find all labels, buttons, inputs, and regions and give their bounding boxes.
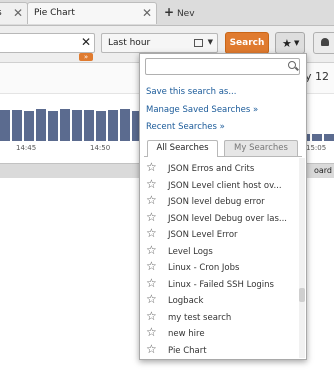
time-range-value: Last hour (108, 38, 151, 48)
calendar-icon (194, 39, 203, 47)
tab-my-searches[interactable]: My Searches (224, 140, 298, 156)
new-tab-label: Nev (176, 9, 195, 19)
star-outline-icon[interactable]: ☆ (146, 193, 157, 207)
saved-search-label: JSON level debug error (168, 197, 265, 207)
close-icon[interactable]: ✕ (142, 6, 152, 20)
star-outline-icon[interactable]: ☆ (146, 309, 157, 323)
saved-search-item[interactable]: ☆ JSON Level client host ov... (140, 177, 300, 194)
saved-search-label: Level Logs (168, 246, 213, 257)
dashboard-button[interactable]: oard (314, 166, 332, 175)
axis-tick-label: 14:45 (16, 144, 37, 152)
saved-search-item[interactable]: ☆ JSON level Debug over las... (140, 210, 300, 227)
star-outline-icon[interactable]: ☆ (146, 226, 157, 240)
star-outline-icon[interactable]: ☆ (146, 342, 157, 356)
scrollbar[interactable] (299, 158, 305, 358)
saved-search-item[interactable]: ☆ my test search (140, 309, 300, 326)
histogram-bar[interactable] (60, 109, 70, 141)
star-icon: ★ (282, 37, 292, 50)
histogram-bar[interactable] (324, 134, 334, 141)
saved-searches-dropdown: Save this search as... Manage Saved Sear… (139, 53, 307, 360)
star-outline-icon[interactable]: ☆ (146, 259, 157, 273)
star-outline-icon[interactable]: ☆ (146, 325, 157, 339)
tab-pie-chart[interactable]: Pie Chart ✕ (27, 2, 157, 24)
saved-search-label: JSON Level Error (168, 230, 238, 240)
saved-search-item[interactable]: ☆ JSON Level Error (140, 226, 300, 243)
saved-search-item[interactable]: ☆ Linux - Failed SSH Logins (140, 276, 300, 293)
axis-tick-label: 15:05 (306, 144, 327, 152)
saved-search-label: new hire (168, 329, 205, 339)
plus-icon: + (164, 5, 175, 19)
star-outline-icon[interactable]: ☆ (146, 292, 157, 306)
saved-search-label: Linux - Failed SSH Logins (168, 279, 274, 290)
scrollbar-thumb[interactable] (299, 288, 305, 302)
saved-search-list: ☆ JSON Erros and Crits ☆ JSON Level client … (140, 158, 300, 358)
save-search-as-link[interactable]: Save this search as... (146, 87, 236, 97)
histogram-bar[interactable] (36, 109, 46, 141)
chevron-down-icon: ▼ (207, 38, 213, 46)
new-tab-button[interactable]: + Nev (164, 5, 195, 19)
histogram-bar[interactable] (120, 109, 130, 141)
saved-search-tabs: All Searches My Searches (144, 138, 302, 157)
alerts-button[interactable] (313, 32, 334, 54)
saved-search-label: JSON level Debug over las... (168, 213, 287, 224)
histogram-bar[interactable] (24, 111, 34, 141)
saved-search-item[interactable]: ☆ JSON level debug error (140, 193, 300, 210)
saved-search-item[interactable]: ☆ Level Logs (140, 243, 300, 260)
star-outline-icon[interactable]: ☆ (146, 243, 157, 257)
search-button[interactable]: Search (225, 32, 269, 54)
saved-search-item[interactable]: ☆ new hire (140, 325, 300, 342)
expand-chevron-icon[interactable]: » (79, 53, 93, 61)
histogram-bar[interactable] (96, 111, 106, 141)
saved-search-item[interactable]: ☆ JSON Erros and Crits (140, 160, 300, 177)
star-outline-icon[interactable]: ☆ (146, 276, 157, 290)
tab-strip: s ✕ Pie Chart ✕ + Nev (0, 0, 334, 26)
saved-searches-button[interactable]: ★ ▼ (275, 32, 305, 54)
histogram-bar[interactable] (48, 111, 58, 141)
tab-all-searches[interactable]: All Searches (147, 140, 218, 157)
histogram-bar[interactable] (0, 110, 10, 141)
recent-searches-link[interactable]: Recent Searches » (146, 122, 225, 132)
chevron-down-icon: ▼ (294, 39, 300, 47)
histogram-bar[interactable] (72, 110, 82, 141)
search-input[interactable]: ✕ (0, 33, 95, 53)
tab-search[interactable]: s ✕ (0, 2, 28, 24)
histogram-bar[interactable] (312, 134, 322, 141)
clear-icon[interactable]: ✕ (81, 35, 91, 49)
time-range-picker[interactable]: Last hour ▼ (101, 33, 218, 53)
histogram-bar[interactable] (12, 110, 22, 141)
saved-search-label: my test search (168, 312, 232, 323)
star-outline-icon[interactable]: ☆ (146, 177, 157, 191)
star-outline-icon[interactable]: ☆ (146, 160, 157, 174)
histogram-bar[interactable] (108, 110, 118, 141)
saved-search-label: Logback (168, 296, 204, 306)
search-icon (288, 61, 296, 69)
date-label: y 12 (305, 70, 330, 83)
saved-search-item[interactable]: ☆ Linux - Cron Jobs (140, 259, 300, 276)
manage-saved-searches-link[interactable]: Manage Saved Searches » (146, 105, 258, 115)
axis-tick-label: 14:50 (90, 144, 111, 152)
saved-search-label: JSON Erros and Crits (168, 164, 255, 174)
close-icon[interactable]: ✕ (13, 6, 23, 20)
saved-search-label: Pie Chart (168, 345, 207, 356)
histogram-bar[interactable] (84, 110, 94, 141)
saved-search-item[interactable]: ☆ Pie Chart (140, 342, 300, 359)
saved-search-filter-input[interactable] (145, 58, 300, 75)
saved-search-label: Linux - Cron Jobs (168, 263, 240, 273)
saved-search-label: JSON Level client host ov... (168, 180, 282, 191)
tab-label: s (0, 8, 2, 18)
bell-icon (321, 38, 329, 46)
tab-label: Pie Chart (34, 8, 75, 18)
saved-search-item[interactable]: ☆ Logback (140, 292, 300, 309)
star-outline-icon[interactable]: ☆ (146, 210, 157, 224)
